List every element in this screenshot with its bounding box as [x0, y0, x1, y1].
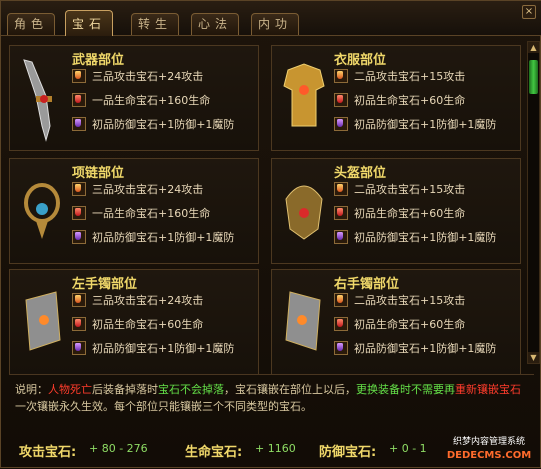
- attack-gem-icon: [72, 69, 86, 83]
- defense-gem-icon: [334, 341, 348, 355]
- gem-line: 初品防御宝石+1防御+1魔防: [72, 116, 234, 134]
- defense-gem-icon: [334, 230, 348, 244]
- scrollbar[interactable]: ▲ ▼: [527, 41, 540, 364]
- gem-line: 初品防御宝石+1防御+1魔防: [72, 340, 234, 358]
- attack-gem-icon: [334, 69, 348, 83]
- tab-inner-skill[interactable]: 内功: [251, 13, 299, 35]
- gem-line: 二品攻击宝石+15攻击: [334, 181, 465, 199]
- slot-title: 右手镯部位: [334, 277, 400, 292]
- gem-line: 初品防御宝石+1防御+1魔防: [72, 229, 234, 247]
- left-bracelet-icon: [25, 291, 61, 351]
- life-gem-icon: [334, 206, 348, 220]
- slot-left-bracelet: 左手镯部位 三品攻击宝石+24攻击 初品生命宝石+60生命 初品防御宝石+1防御…: [9, 269, 259, 375]
- life-gem-icon: [334, 93, 348, 107]
- slot-right-bracelet: 右手镯部位 二品攻击宝石+15攻击 初品生命宝石+60生命 初品防御宝石+1防御…: [271, 269, 521, 375]
- attack-gem-icon: [334, 182, 348, 196]
- right-bracelet-icon: [285, 291, 321, 351]
- gem-line: 三品攻击宝石+24攻击: [72, 181, 203, 199]
- gem-line: 三品攻击宝石+24攻击: [72, 292, 203, 310]
- gem-line: 初品生命宝石+60生命: [334, 316, 465, 334]
- life-gem-label: 生命宝石:: [185, 445, 243, 460]
- tab-gems[interactable]: 宝石: [65, 10, 113, 36]
- slot-title: 项链部位: [72, 166, 125, 181]
- defense-gem-label: 防御宝石:: [319, 445, 377, 460]
- tab-character[interactable]: 角色: [7, 13, 55, 35]
- attack-gem-icon: [72, 293, 86, 307]
- slot-weapon: 武器部位 三品攻击宝石+24攻击 一品生命宝石+160生命 初品防御宝石+1防御…: [9, 45, 259, 151]
- slot-necklace: 项链部位 三品攻击宝石+24攻击 一品生命宝石+160生命 初品防御宝石+1防御…: [9, 158, 259, 264]
- gem-line: 二品攻击宝石+15攻击: [334, 292, 465, 310]
- slot-title: 头盔部位: [334, 166, 387, 181]
- slot-title: 衣服部位: [334, 53, 387, 68]
- gem-line: 初品防御宝石+1防御+1魔防: [334, 116, 496, 134]
- gem-panel: 角色 宝石 转生 心法 内功 × 武器部位 三品攻击宝石+24攻击 一品生命宝石…: [0, 0, 541, 468]
- gem-line: 初品防御宝石+1防御+1魔防: [334, 340, 496, 358]
- divider: [9, 374, 534, 375]
- helmet-icon: [285, 185, 323, 240]
- life-gem-icon: [72, 93, 86, 107]
- scroll-down-icon[interactable]: ▼: [528, 352, 539, 363]
- tab-rebirth[interactable]: 转生: [131, 13, 179, 35]
- life-gem-value: + 1160: [255, 442, 296, 455]
- gem-line: 一品生命宝石+160生命: [72, 92, 210, 110]
- gem-line: 初品生命宝石+60生命: [334, 92, 465, 110]
- scroll-up-icon[interactable]: ▲: [528, 42, 539, 53]
- tab-bar: 角色 宝石 转生 心法 内功 ×: [1, 1, 541, 36]
- gem-line: 初品生命宝石+60生命: [72, 316, 203, 334]
- slot-title: 武器部位: [72, 53, 125, 68]
- attack-gem-value: + 80 - 276: [89, 442, 148, 455]
- slot-title: 左手镯部位: [72, 277, 138, 292]
- slot-armor: 衣服部位 二品攻击宝石+15攻击 初品生命宝石+60生命 初品防御宝石+1防御+…: [271, 45, 521, 151]
- weapon-icon: [23, 59, 52, 142]
- close-button[interactable]: ×: [522, 5, 536, 19]
- description-text: 说明：人物死亡后装备掉落时宝石不会掉落，宝石镶嵌在部位上以后，更换装备时不需要再…: [15, 383, 521, 413]
- defense-gem-value: + 0 - 1: [389, 442, 427, 455]
- tab-mind-method[interactable]: 心法: [191, 13, 239, 35]
- attack-gem-icon: [72, 182, 86, 196]
- attack-gem-label: 攻击宝石:: [19, 445, 77, 460]
- defense-gem-icon: [72, 230, 86, 244]
- necklace-icon: [24, 183, 60, 239]
- gem-line: 初品防御宝石+1防御+1魔防: [334, 229, 496, 247]
- gem-line: 二品攻击宝石+15攻击: [334, 68, 465, 86]
- life-gem-icon: [334, 317, 348, 331]
- gem-line: 三品攻击宝石+24攻击: [72, 68, 203, 86]
- scroll-thumb[interactable]: [529, 60, 538, 94]
- life-gem-icon: [72, 206, 86, 220]
- attack-gem-icon: [334, 293, 348, 307]
- armor-icon: [283, 63, 325, 127]
- defense-gem-icon: [334, 117, 348, 131]
- slot-helmet: 头盔部位 二品攻击宝石+15攻击 初品生命宝石+60生命 初品防御宝石+1防御+…: [271, 158, 521, 264]
- defense-gem-icon: [72, 341, 86, 355]
- defense-gem-icon: [72, 117, 86, 131]
- watermark: 织梦内容管理系统 DEDECMS.COM: [446, 437, 532, 461]
- gem-line: 一品生命宝石+160生命: [72, 205, 210, 223]
- gem-line: 初品生命宝石+60生命: [334, 205, 465, 223]
- life-gem-icon: [72, 317, 86, 331]
